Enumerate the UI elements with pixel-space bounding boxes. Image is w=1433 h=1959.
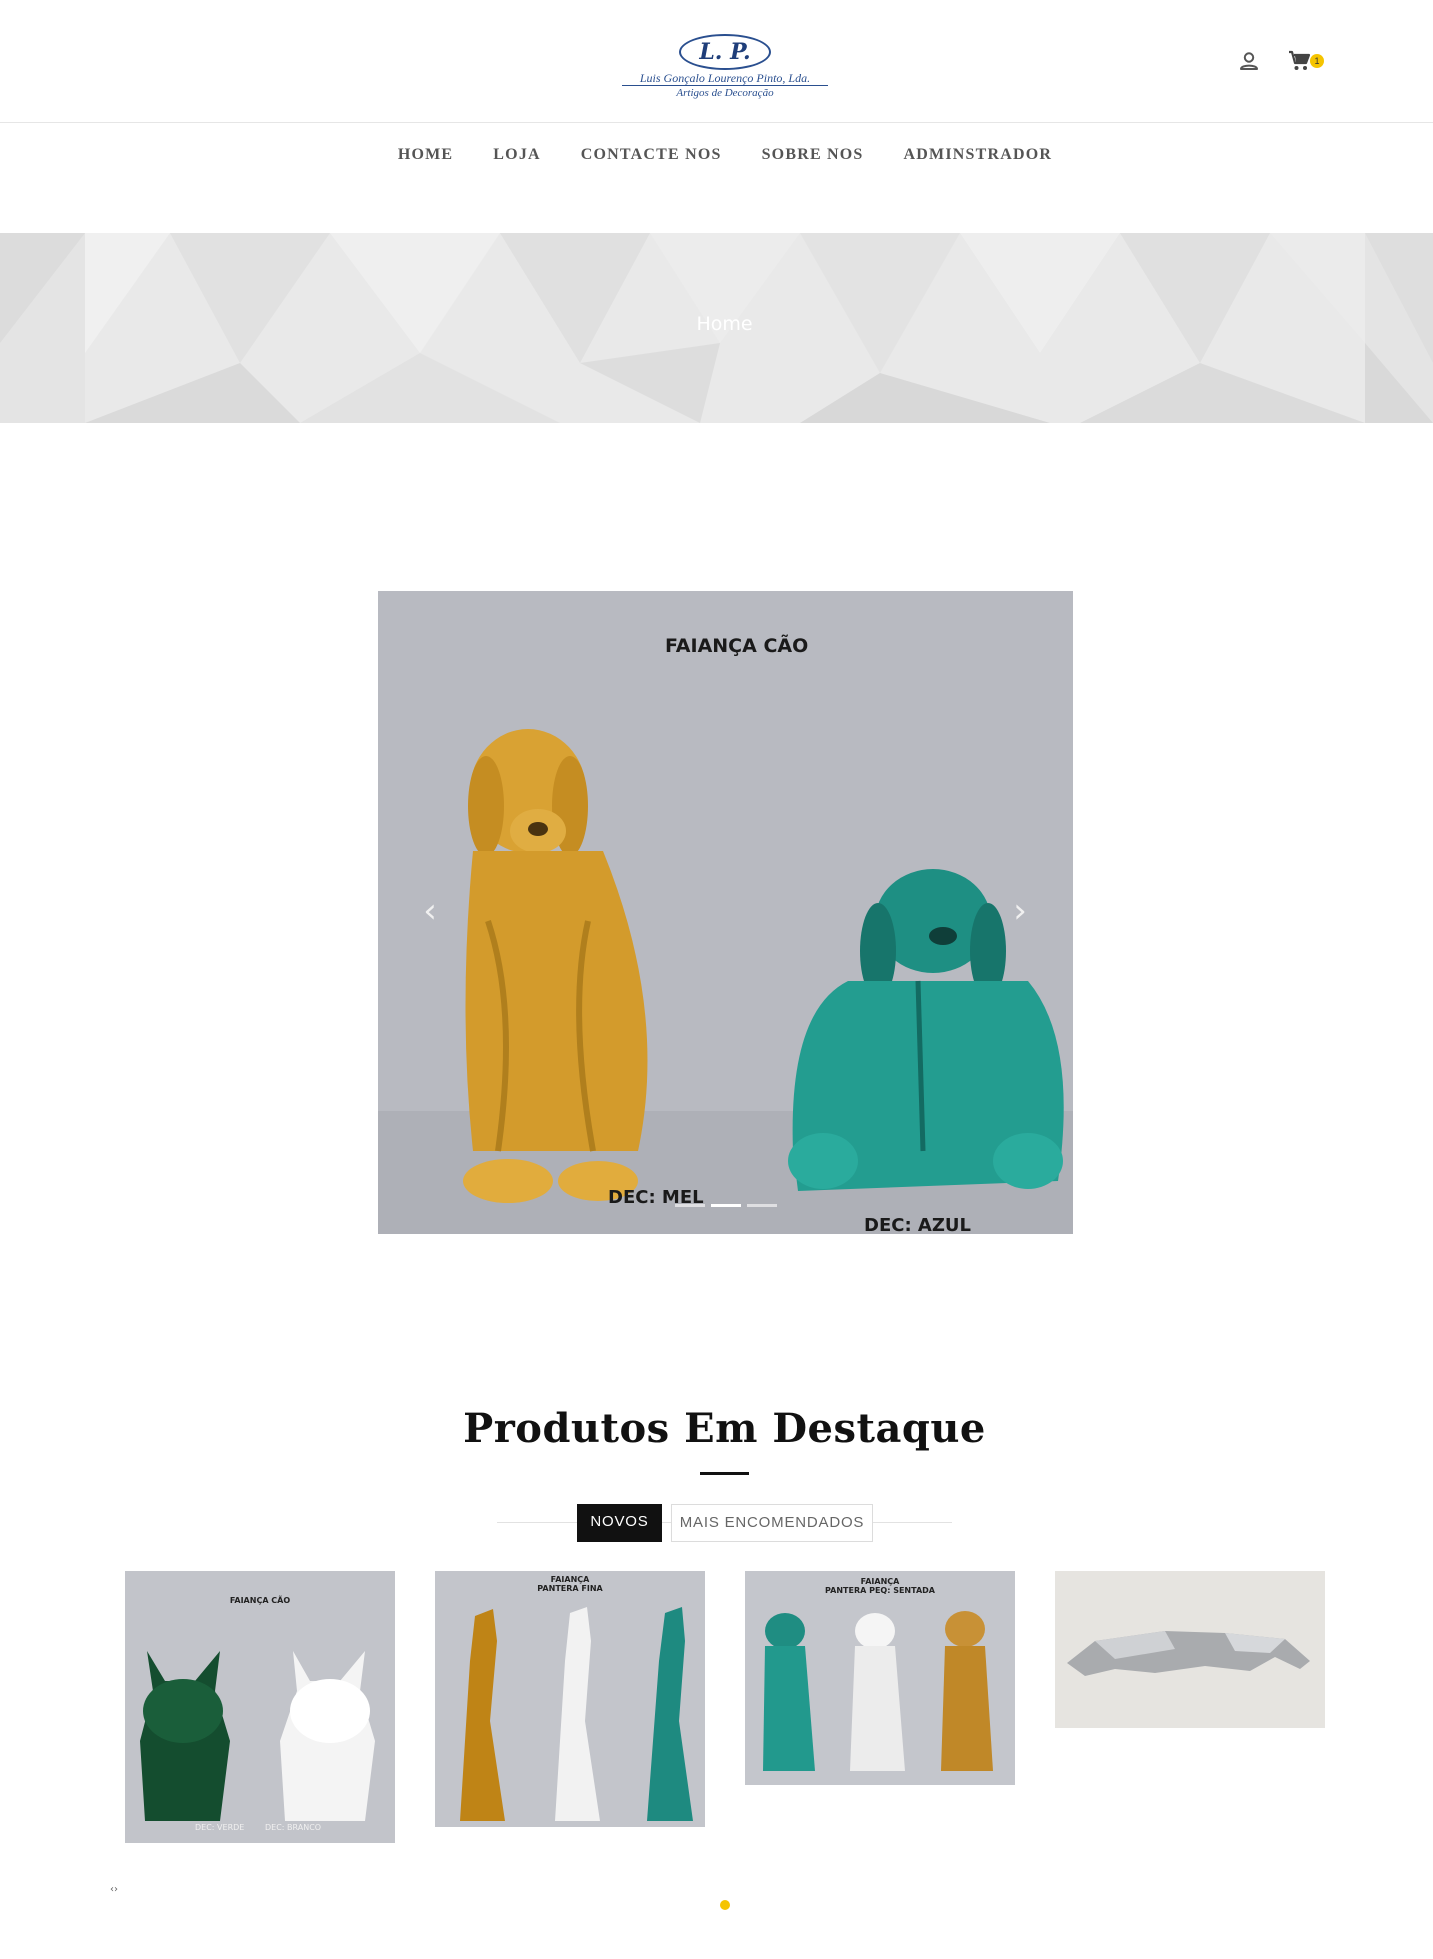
hero-carousel[interactable]: FAIANÇA CÃO DEC: MEL DEC: AZUL ‹ › [378, 591, 1073, 1234]
carousel-indicator-3[interactable] [746, 1204, 777, 1207]
slide-label-right: DEC: AZUL [864, 1215, 971, 1234]
main-navigation: HOME LOJA CONTACTE NOS SOBRE NOS ADMINST… [0, 124, 1433, 186]
section-title: Produtos Em Destaque [463, 1405, 986, 1452]
product-image-faianca-cao [125, 1571, 395, 1843]
logo-initials: L. P. [679, 34, 771, 70]
nav-item-home[interactable]: HOME [398, 146, 453, 164]
tab-novos[interactable]: NOVOS [577, 1504, 662, 1542]
slide-caption: FAIANÇA CÃO [665, 635, 809, 657]
slide-image-ceramic-dogs [378, 591, 1073, 1234]
nav-item-sobre-nos[interactable]: SOBRE NOS [762, 146, 864, 164]
shopping-cart-icon [1289, 50, 1311, 70]
user-account-icon[interactable] [1238, 50, 1260, 72]
product-card[interactable]: FAIANÇA PANTERA PEQ: SENTADA [745, 1571, 1015, 1785]
chevron-left-icon[interactable]: ‹ [415, 891, 445, 931]
product-caption: FAIANÇA CÃO [229, 1596, 291, 1605]
title-divider [700, 1472, 749, 1475]
product-dec-left: DEC: VERDE [195, 1823, 245, 1832]
logo-company: Luis Gonçalo Lourenço Pinto, Lda. [622, 71, 828, 86]
banner-title: Home [696, 313, 753, 335]
page-banner: Home [0, 233, 1433, 423]
site-header: L. P. Luis Gonçalo Lourenço Pinto, Lda. … [0, 0, 1433, 123]
product-image-silver-panther [1055, 1571, 1325, 1728]
product-caption-line2: PANTERA FINA [537, 1584, 603, 1593]
logo-tagline: Artigos de Decoração [676, 87, 774, 99]
pagination-dot[interactable] [720, 1900, 730, 1910]
site-logo[interactable]: L. P. Luis Gonçalo Lourenço Pinto, Lda. … [622, 34, 828, 104]
product-card[interactable] [1055, 1571, 1325, 1728]
tab-mais-encomendados[interactable]: MAIS ENCOMENDADOS [671, 1504, 873, 1542]
chevron-right-icon[interactable]: › [1005, 891, 1035, 931]
product-card[interactable]: FAIANÇA CÃO DEC: VERDE DEC: BRANCO [125, 1571, 395, 1843]
carousel-indicator-2[interactable] [710, 1204, 741, 1207]
nav-item-loja[interactable]: LOJA [493, 146, 540, 164]
product-caption-line1: FAIANÇA [860, 1577, 900, 1586]
nav-item-contacte-nos[interactable]: CONTACTE NOS [581, 146, 722, 164]
carousel-indicator-1[interactable] [674, 1204, 705, 1207]
cart-count-badge: 1 [1310, 54, 1324, 68]
product-caption-line1: FAIANÇA [550, 1575, 590, 1584]
product-image-pantera-fina [435, 1571, 705, 1827]
product-card[interactable]: FAIANÇA PANTERA FINA [435, 1571, 705, 1827]
carousel-indicators [378, 1204, 1073, 1207]
cart-button[interactable]: 1 [1288, 49, 1328, 73]
product-dec-right: DEC: BRANCO [265, 1823, 322, 1832]
nav-item-adminstrador[interactable]: ADMINSTRADOR [904, 146, 1053, 164]
product-image-pantera-sentada [745, 1571, 1015, 1785]
product-caption-line2: PANTERA PEQ: SENTADA [825, 1586, 935, 1595]
slider-prev-next-icon[interactable]: ‹› [110, 1884, 118, 1895]
